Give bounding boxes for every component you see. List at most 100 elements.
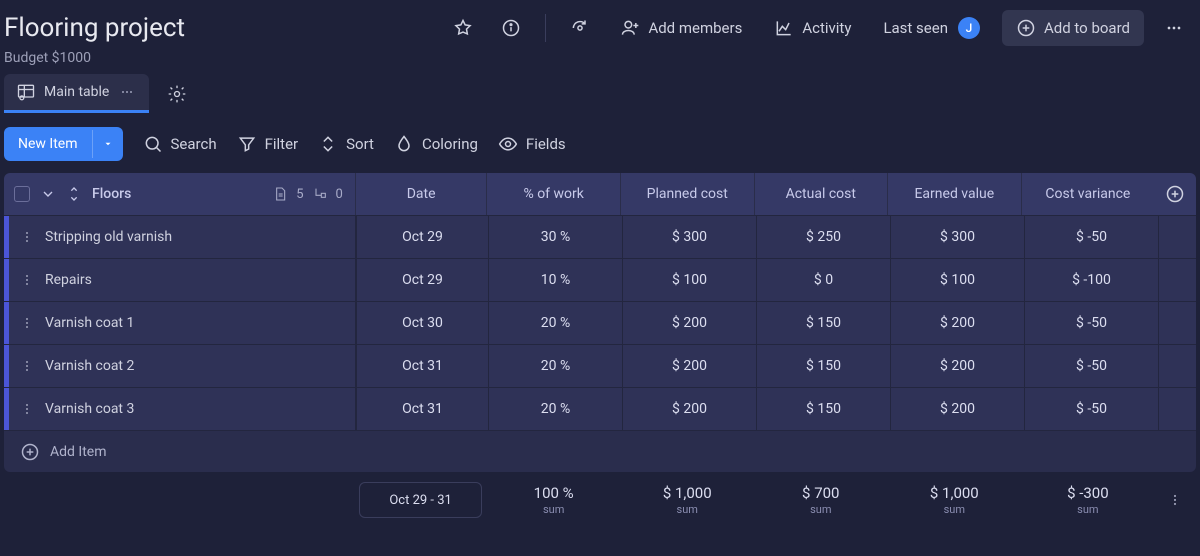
sync-button[interactable]	[562, 10, 598, 46]
row-menu-button[interactable]	[19, 272, 31, 288]
filter-label: Filter	[265, 135, 299, 153]
row-name[interactable]: Varnish coat 3	[45, 401, 134, 417]
summary-menu-button[interactable]	[1154, 476, 1196, 524]
add-members-label: Add members	[648, 19, 742, 37]
cell-actual[interactable]: $ 250	[756, 216, 890, 258]
sort-button[interactable]: Sort	[318, 134, 374, 154]
row-trail	[1158, 345, 1196, 387]
column-planned[interactable]: Planned cost	[620, 173, 754, 215]
cell-pct[interactable]: 20 %	[488, 388, 622, 430]
summary-variance-value: $ -300	[1067, 484, 1109, 502]
fields-label: Fields	[526, 135, 566, 153]
add-to-board-label: Add to board	[1044, 19, 1130, 37]
cell-planned[interactable]: $ 300	[622, 216, 756, 258]
subtask-icon	[312, 186, 328, 202]
cell-earned[interactable]: $ 200	[890, 302, 1024, 344]
add-column-button[interactable]	[1154, 173, 1196, 215]
sync-icon	[570, 18, 590, 38]
cell-variance[interactable]: $ -50	[1024, 345, 1158, 387]
table-row[interactable]: Varnish coat 1 Oct 30 20 % $ 200 $ 150 $…	[4, 301, 1196, 344]
cell-planned[interactable]: $ 100	[622, 259, 756, 301]
cell-date[interactable]: Oct 31	[356, 345, 488, 387]
column-earned[interactable]: Earned value	[887, 173, 1021, 215]
summary-planned: $ 1,000 sum	[620, 476, 754, 524]
plus-circle-icon	[1016, 18, 1036, 38]
droplet-icon	[394, 134, 414, 154]
summary-label: sum	[810, 503, 831, 516]
cell-variance[interactable]: $ -50	[1024, 302, 1158, 344]
row-menu-button[interactable]	[19, 401, 31, 417]
last-seen[interactable]: Last seen J	[873, 11, 990, 45]
row-menu-button[interactable]	[19, 315, 31, 331]
summary-label: sum	[1077, 503, 1098, 516]
search-button[interactable]: Search	[143, 134, 217, 154]
favorite-button[interactable]	[445, 10, 481, 46]
summary-pct: 100 % sum	[486, 476, 620, 524]
add-to-board-button[interactable]: Add to board	[1002, 10, 1144, 46]
cell-planned[interactable]: $ 200	[622, 345, 756, 387]
cell-earned[interactable]: $ 100	[890, 259, 1024, 301]
new-item-dropdown[interactable]	[92, 130, 123, 158]
column-variance[interactable]: Cost variance	[1021, 173, 1155, 215]
cell-actual[interactable]: $ 150	[756, 302, 890, 344]
tab-more-button[interactable]	[117, 84, 137, 100]
add-item-row[interactable]: Add Item	[4, 430, 1196, 472]
cell-pct[interactable]: 20 %	[488, 345, 622, 387]
row-name[interactable]: Varnish coat 1	[45, 315, 134, 331]
cell-variance[interactable]: $ -50	[1024, 388, 1158, 430]
cell-date[interactable]: Oct 30	[356, 302, 488, 344]
summary-date-range: Oct 29 - 31	[359, 482, 483, 518]
row-menu-button[interactable]	[19, 229, 31, 245]
cell-variance[interactable]: $ -100	[1024, 259, 1158, 301]
filter-button[interactable]: Filter	[237, 134, 299, 154]
column-pct[interactable]: % of work	[486, 173, 620, 215]
row-name[interactable]: Repairs	[45, 272, 92, 288]
cell-earned[interactable]: $ 200	[890, 345, 1024, 387]
cell-pct[interactable]: 20 %	[488, 302, 622, 344]
cell-variance[interactable]: $ -50	[1024, 216, 1158, 258]
row-name[interactable]: Varnish coat 2	[45, 358, 134, 374]
search-icon	[143, 134, 163, 154]
dots-horizontal-icon	[1164, 18, 1184, 38]
table-row[interactable]: Varnish coat 2 Oct 31 20 % $ 200 $ 150 $…	[4, 344, 1196, 387]
view-settings-button[interactable]	[161, 78, 193, 110]
cell-earned[interactable]: $ 200	[890, 388, 1024, 430]
activity-label: Activity	[802, 19, 851, 37]
summary-earned-value: $ 1,000	[930, 484, 979, 502]
cell-date[interactable]: Oct 29	[356, 216, 488, 258]
column-actual[interactable]: Actual cost	[754, 173, 888, 215]
cell-planned[interactable]: $ 200	[622, 388, 756, 430]
add-user-icon	[620, 18, 640, 38]
drag-icon[interactable]	[66, 186, 82, 202]
row-name[interactable]: Stripping old varnish	[45, 229, 172, 245]
tab-main-label: Main table	[44, 84, 109, 100]
fields-button[interactable]: Fields	[498, 134, 566, 154]
cell-actual[interactable]: $ 150	[756, 345, 890, 387]
add-members-button[interactable]: Add members	[610, 12, 752, 44]
row-menu-button[interactable]	[19, 358, 31, 374]
cell-actual[interactable]: $ 150	[756, 388, 890, 430]
activity-button[interactable]: Activity	[764, 12, 861, 44]
table-row[interactable]: Stripping old varnish Oct 29 30 % $ 300 …	[4, 215, 1196, 258]
coloring-label: Coloring	[422, 135, 478, 153]
coloring-button[interactable]: Coloring	[394, 134, 478, 154]
new-item-button[interactable]: New Item	[4, 127, 123, 161]
column-date[interactable]: Date	[355, 173, 487, 215]
select-all-checkbox[interactable]	[14, 186, 30, 202]
cell-date[interactable]: Oct 29	[356, 259, 488, 301]
cell-date[interactable]: Oct 31	[356, 388, 488, 430]
info-button[interactable]	[493, 10, 529, 46]
cell-actual[interactable]: $ 0	[756, 259, 890, 301]
tab-main-table[interactable]: Main table	[4, 74, 149, 113]
filter-icon	[237, 134, 257, 154]
group-name[interactable]: Floors	[92, 186, 131, 202]
row-trail	[1158, 302, 1196, 344]
cell-planned[interactable]: $ 200	[622, 302, 756, 344]
collapse-group-button[interactable]	[40, 186, 56, 202]
table-row[interactable]: Varnish coat 3 Oct 31 20 % $ 200 $ 150 $…	[4, 387, 1196, 430]
cell-earned[interactable]: $ 300	[890, 216, 1024, 258]
cell-pct[interactable]: 10 %	[488, 259, 622, 301]
cell-pct[interactable]: 30 %	[488, 216, 622, 258]
more-button[interactable]	[1156, 10, 1192, 46]
table-row[interactable]: Repairs Oct 29 10 % $ 100 $ 0 $ 100 $ -1…	[4, 258, 1196, 301]
